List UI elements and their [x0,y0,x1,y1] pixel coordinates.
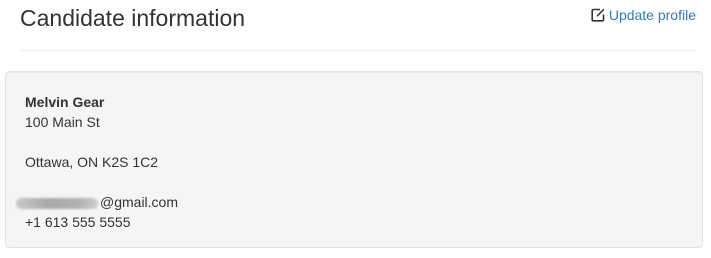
email-domain: @gmail.com [100,194,179,210]
city-line: Ottawa, ON K2S 1C2 [25,154,159,170]
page-title: Candidate information [20,5,246,31]
candidate-name: Melvin Gear [25,94,105,110]
email-line: @gmail.com [16,192,179,212]
page-header: Candidate information Update profile [20,0,696,51]
update-profile-link[interactable]: Update profile [591,7,696,23]
edit-icon [591,8,605,22]
address-spacer [25,172,178,192]
redacted-email-user [16,197,98,209]
candidate-details-card: Melvin Gear 100 Main St Ottawa, ON K2S 1… [5,71,703,248]
phone-line: +1 613 555 5555 [25,214,131,230]
address-line-1: 100 Main St [25,114,100,130]
address-spacer [25,132,178,152]
candidate-address: Melvin Gear 100 Main St Ottawa, ON K2S 1… [16,92,179,232]
update-profile-label: Update profile [608,7,696,23]
candidate-info-page: Candidate information Update profile Mel… [0,0,711,258]
